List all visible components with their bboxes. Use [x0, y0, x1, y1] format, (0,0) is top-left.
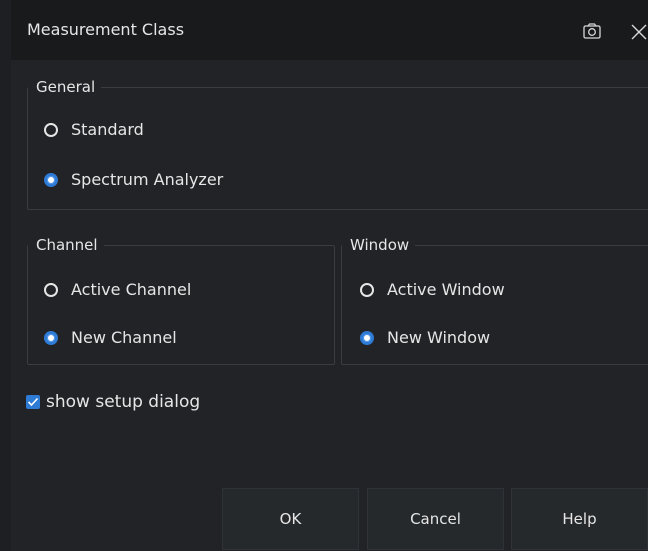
show-setup-dialog-label: show setup dialog [46, 392, 201, 412]
ok-button[interactable]: OK [222, 488, 359, 550]
checkmark-icon [26, 395, 40, 409]
radio-on-icon [44, 172, 58, 187]
radio-off-icon [360, 282, 374, 297]
radio-new-channel-label: New Channel [71, 328, 177, 347]
general-legend: General [36, 78, 96, 96]
title-bar: Measurement Class [11, 0, 648, 60]
radio-off-icon [44, 282, 58, 297]
radio-new-window[interactable]: New Window [360, 328, 490, 347]
radio-on-icon [44, 330, 58, 345]
radio-new-window-label: New Window [387, 328, 491, 347]
close-icon[interactable] [629, 20, 648, 42]
radio-active-channel[interactable]: Active Channel [44, 280, 191, 299]
radio-active-window[interactable]: Active Window [360, 280, 505, 299]
radio-off-icon [44, 122, 58, 137]
radio-spectrum-analyzer[interactable]: Spectrum Analyzer [44, 170, 223, 189]
radio-active-window-label: Active Window [387, 280, 505, 299]
radio-standard-label: Standard [71, 120, 144, 139]
channel-legend: Channel [36, 236, 98, 254]
radio-active-channel-label: Active Channel [71, 280, 192, 299]
radio-new-channel[interactable]: New Channel [44, 328, 177, 347]
measurement-class-dialog: Measurement Class General Standard Spect… [0, 0, 648, 551]
window-legend: Window [350, 236, 410, 254]
help-button[interactable]: Help [511, 488, 648, 550]
radio-on-icon [360, 330, 374, 345]
general-group: General [27, 78, 648, 210]
dialog-body: General Standard Spectrum Analyzer Chann… [11, 60, 648, 551]
radio-spectrum-analyzer-label: Spectrum Analyzer [71, 170, 224, 189]
camera-icon[interactable] [581, 20, 603, 42]
radio-standard[interactable]: Standard [44, 120, 144, 139]
cancel-button[interactable]: Cancel [367, 488, 504, 550]
dialog-title: Measurement Class [27, 20, 185, 39]
show-setup-dialog-checkbox[interactable]: show setup dialog [26, 392, 200, 412]
